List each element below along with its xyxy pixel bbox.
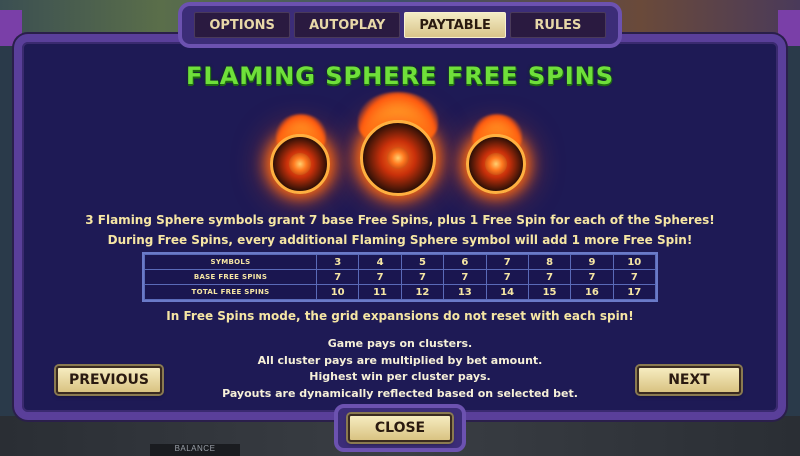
table-cell: 15 [527, 284, 572, 300]
tab-rules[interactable]: RULES [509, 12, 606, 38]
flaming-sphere-illustration [260, 92, 540, 204]
table-cell: 8 [527, 254, 572, 270]
sphere-core [485, 153, 507, 175]
table-cell: 4 [358, 254, 402, 270]
next-button[interactable]: NEXT [637, 366, 741, 394]
tab-options[interactable]: OPTIONS [194, 12, 291, 38]
table-row: SYMBOLS 3 4 5 6 7 8 9 10 [144, 254, 657, 270]
table-cell: 6 [443, 254, 487, 270]
table-row: BASE FREE SPINS 7 7 7 7 7 7 7 7 [144, 269, 657, 285]
grid-expansion-note: In Free Spins mode, the grid expansions … [166, 309, 634, 323]
table-cell: 9 [570, 254, 614, 270]
note-line: Game pays on clusters. [327, 337, 473, 350]
free-spins-table: SYMBOLS 3 4 5 6 7 8 9 10 BASE FREE SPINS… [142, 252, 658, 302]
flaming-sphere-icon [270, 134, 330, 194]
table-cell: 17 [612, 284, 657, 300]
flaming-sphere-icon [360, 120, 436, 196]
description-line-2: During Free Spins, every additional Flam… [107, 233, 693, 247]
table-cell: 7 [527, 269, 572, 285]
row-header: TOTAL FREE SPINS [144, 284, 317, 300]
close-button[interactable]: CLOSE [348, 414, 452, 442]
table-cell: 10 [612, 254, 657, 270]
table-cell: 7 [485, 254, 529, 270]
menu-tabs: OPTIONS AUTOPLAY PAYTABLE RULES [178, 2, 622, 48]
table-cell: 13 [443, 284, 487, 300]
table-cell: 5 [400, 254, 445, 270]
description-line-1: 3 Flaming Sphere symbols grant 7 base Fr… [85, 213, 715, 227]
table-cell: 10 [315, 284, 360, 300]
table-cell: 7 [485, 269, 529, 285]
flaming-sphere-icon [466, 134, 526, 194]
table-cell: 11 [358, 284, 402, 300]
sphere-core [289, 153, 311, 175]
table-cell: 7 [443, 269, 487, 285]
table-cell: 3 [315, 254, 360, 270]
table-cell: 7 [315, 269, 360, 285]
previous-button[interactable]: PREVIOUS [56, 366, 162, 394]
table-cell: 16 [570, 284, 614, 300]
balance-label: BALANCE [150, 444, 240, 456]
table-cell: 7 [612, 269, 657, 285]
row-header: SYMBOLS [144, 254, 317, 270]
table-row: TOTAL FREE SPINS 10 11 12 13 14 15 16 17 [144, 284, 657, 300]
tab-paytable[interactable]: PAYTABLE [404, 12, 506, 38]
table-cell: 14 [485, 284, 529, 300]
row-header: BASE FREE SPINS [144, 269, 317, 285]
table-cell: 7 [358, 269, 402, 285]
page-title: FLAMING SPHERE FREE SPINS [186, 62, 614, 90]
sphere-core [387, 147, 409, 169]
table-cell: 7 [570, 269, 614, 285]
table-cell: 7 [400, 269, 445, 285]
tab-autoplay[interactable]: AUTOPLAY [294, 12, 401, 38]
table-cell: 12 [400, 284, 445, 300]
